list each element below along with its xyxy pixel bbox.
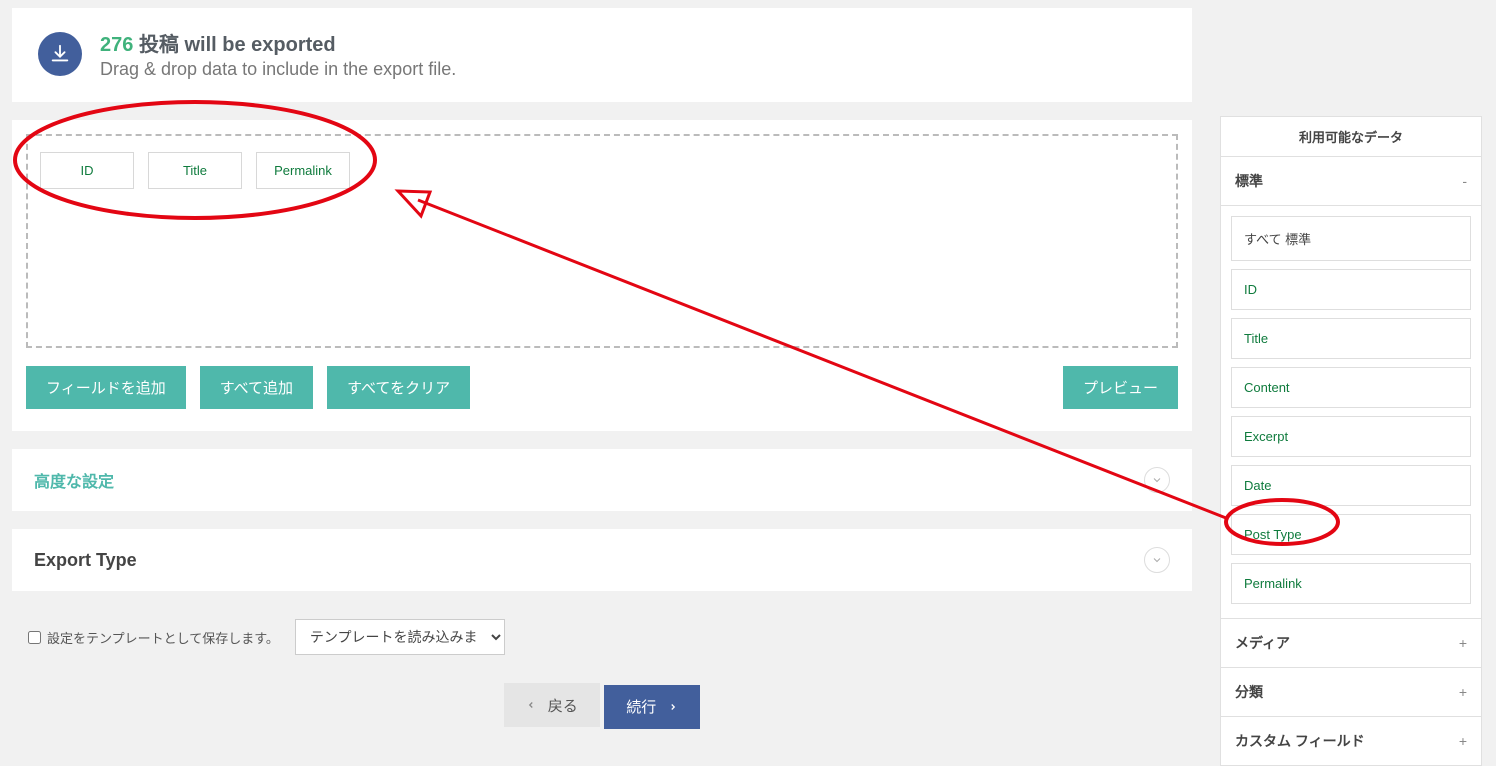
export-subtext: Drag & drop data to include in the expor… xyxy=(100,59,456,80)
continue-button-label: 続行 xyxy=(626,696,656,717)
add-all-button[interactable]: すべて追加 xyxy=(200,366,313,409)
sidebar-item-permalink[interactable]: Permalink xyxy=(1231,563,1471,604)
sidebar-group-custom-fields-label: カスタム フィールド xyxy=(1235,731,1365,751)
sidebar-item-title[interactable]: Title xyxy=(1231,318,1471,359)
save-template-checkbox[interactable] xyxy=(28,631,41,644)
field-chip-id[interactable]: ID xyxy=(40,152,134,189)
fields-drop-panel: ID Title Permalink フィールドを追加 すべて追加 すべてをクリ… xyxy=(12,120,1192,431)
plus-icon: + xyxy=(1459,733,1467,749)
accordion-advanced[interactable]: 高度な設定 xyxy=(12,449,1192,511)
sidebar-group-taxonomy-label: 分類 xyxy=(1235,682,1263,702)
export-count-line: 276 投稿 will be exported xyxy=(100,28,456,57)
sidebar-item-all-standard[interactable]: すべて 標準 xyxy=(1231,216,1471,261)
field-chip-permalink[interactable]: Permalink xyxy=(256,152,350,189)
field-chip-title[interactable]: Title xyxy=(148,152,242,189)
sidebar-group-media[interactable]: メディア + xyxy=(1221,619,1481,668)
plus-icon: + xyxy=(1459,635,1467,651)
continue-button[interactable]: 続行 xyxy=(604,685,700,729)
preview-button[interactable]: プレビュー xyxy=(1063,366,1178,409)
sidebar-item-post-type[interactable]: Post Type xyxy=(1231,514,1471,555)
back-button-label: 戻る xyxy=(548,695,578,716)
sidebar-group-custom-fields[interactable]: カスタム フィールド + xyxy=(1221,717,1481,766)
sidebar-item-date[interactable]: Date xyxy=(1231,465,1471,506)
accordion-export-type-label: Export Type xyxy=(34,550,137,571)
sidebar-title: 利用可能なデータ xyxy=(1220,116,1482,157)
save-template-row: 設定をテンプレートとして保存します。 テンプレートを読み込みます... xyxy=(12,609,1192,665)
export-header: 276 投稿 will be exported Drag & drop data… xyxy=(12,8,1192,102)
fields-drop-zone[interactable]: ID Title Permalink xyxy=(26,134,1178,348)
sidebar-group-standard-label: 標準 xyxy=(1235,171,1263,191)
download-icon xyxy=(38,32,82,76)
export-will-label: will be exported xyxy=(185,34,336,56)
sidebar-item-id[interactable]: ID xyxy=(1231,269,1471,310)
save-template-checkbox-label[interactable]: 設定をテンプレートとして保存します。 xyxy=(28,628,279,647)
accordion-export-type[interactable]: Export Type xyxy=(12,529,1192,591)
export-count: 276 xyxy=(100,34,133,56)
chevron-down-icon xyxy=(1144,467,1170,493)
accordion-advanced-label: 高度な設定 xyxy=(34,468,114,492)
load-template-select[interactable]: テンプレートを読み込みます... xyxy=(295,619,505,655)
sidebar-group-standard[interactable]: 標準 - xyxy=(1221,157,1481,206)
sidebar-item-content[interactable]: Content xyxy=(1231,367,1471,408)
back-button[interactable]: 戻る xyxy=(504,683,600,727)
export-posts-label: 投稿 xyxy=(139,34,179,56)
chevron-left-icon xyxy=(526,698,536,712)
plus-icon: + xyxy=(1459,684,1467,700)
save-template-text: 設定をテンプレートとして保存します。 xyxy=(47,628,279,647)
clear-all-button[interactable]: すべてをクリア xyxy=(327,366,470,409)
minus-icon: - xyxy=(1462,173,1467,189)
available-data-sidebar: 利用可能なデータ 標準 - すべて 標準 ID Title Content Ex… xyxy=(1220,116,1482,766)
sidebar-group-taxonomy[interactable]: 分類 + xyxy=(1221,668,1481,717)
add-field-button[interactable]: フィールドを追加 xyxy=(26,366,186,409)
chevron-down-icon xyxy=(1144,547,1170,573)
chevron-right-icon xyxy=(668,700,678,714)
nav-row: 戻る 続行 xyxy=(12,683,1192,729)
sidebar-group-media-label: メディア xyxy=(1235,633,1290,653)
sidebar-item-excerpt[interactable]: Excerpt xyxy=(1231,416,1471,457)
